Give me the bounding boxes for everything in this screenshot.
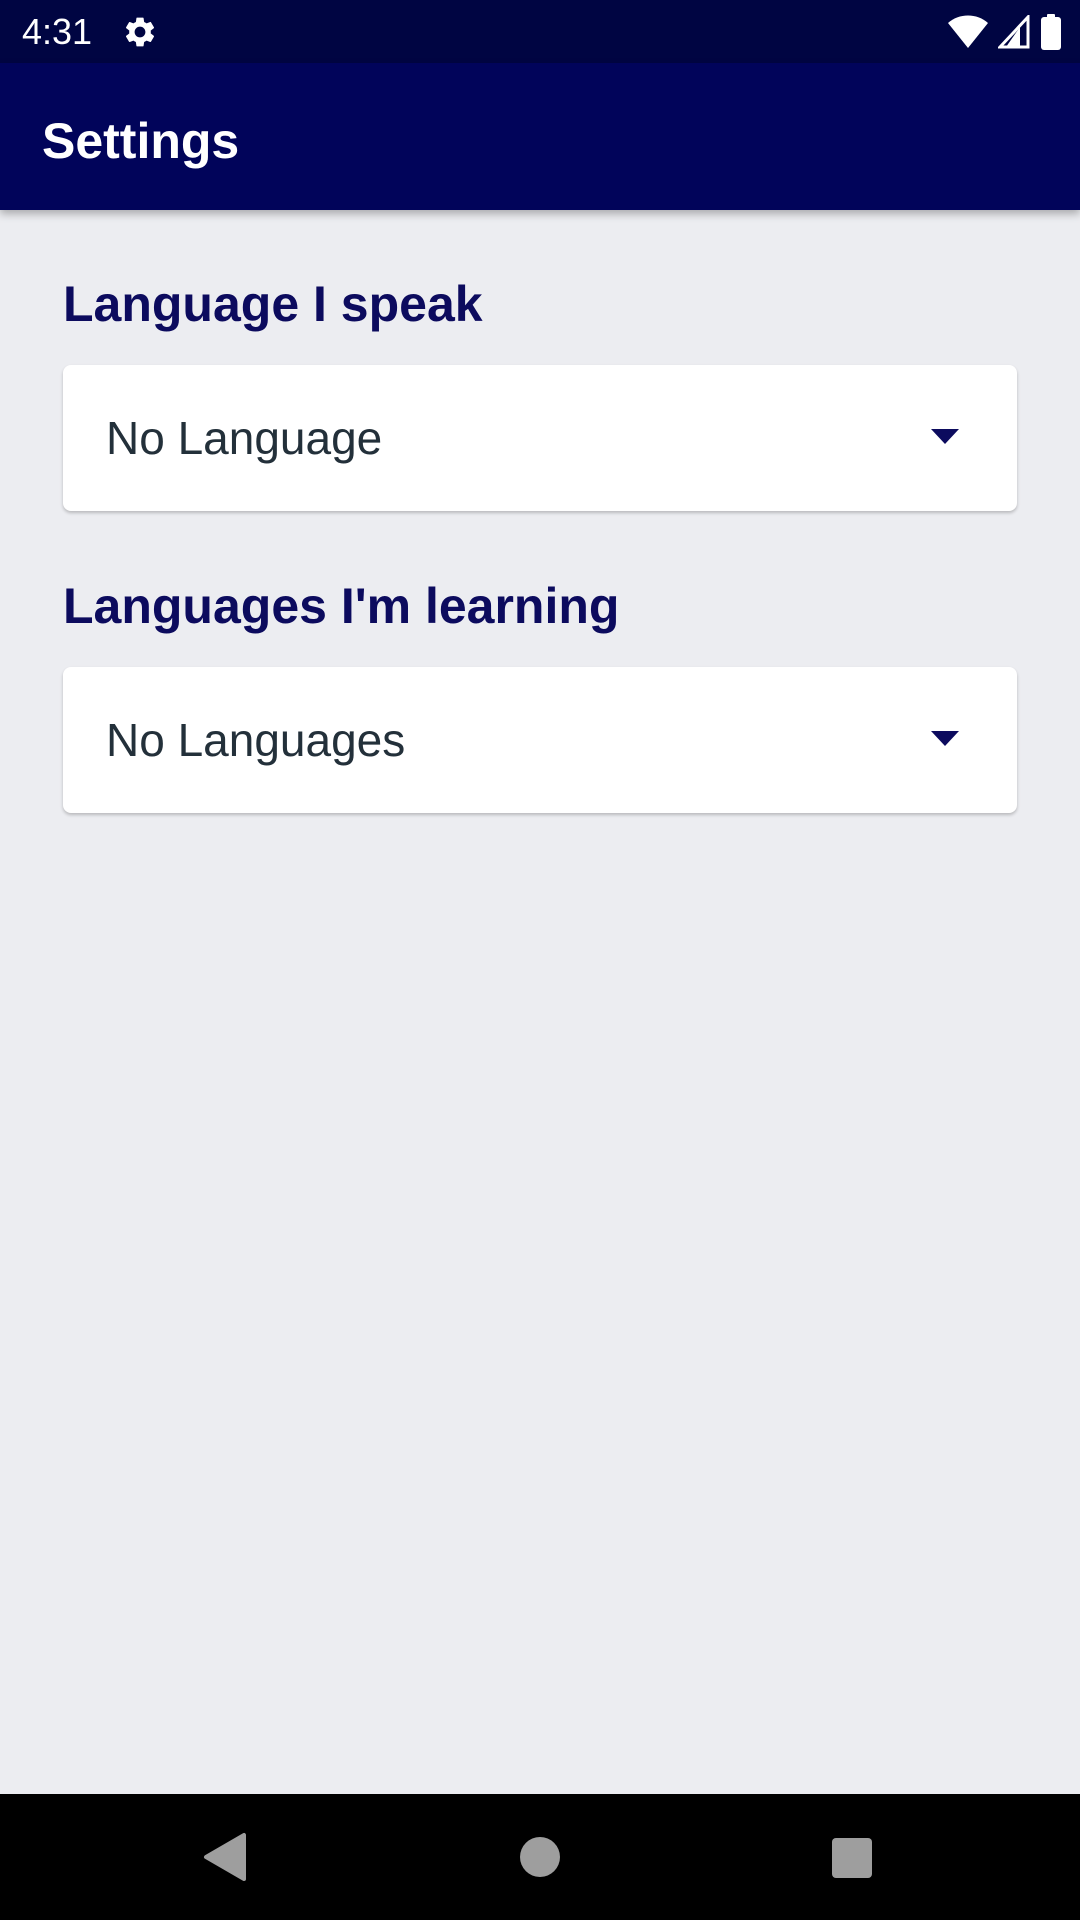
page-title: Settings [42,113,240,169]
battery-icon [1040,14,1062,50]
language-i-speak-label: Language I speak [63,276,483,332]
wifi-icon [948,15,988,49]
back-icon[interactable] [196,1827,256,1887]
languages-im-learning-dropdown[interactable]: No Languages [63,667,1017,813]
status-time: 4:31 [22,11,93,52]
screen: 4:31 Settings Language I speak No Langua… [0,0,1080,1920]
cell-signal-icon [998,15,1030,49]
status-icons [948,12,1062,52]
dropdown-selected-value: No Language [106,412,383,464]
dropdown-arrow-icon [931,429,959,445]
dropdown-arrow-icon [931,731,959,747]
navigation-bar [0,1794,1080,1920]
recents-icon[interactable] [820,1827,880,1887]
home-icon[interactable] [510,1827,570,1887]
languages-im-learning-label: Languages I'm learning [63,578,620,634]
app-bar: Settings [0,63,1080,210]
language-i-speak-dropdown[interactable]: No Language [63,365,1017,511]
settings-gear-icon [122,14,158,50]
dropdown-selected-value: No Languages [106,714,406,766]
status-bar: 4:31 [0,0,1080,63]
